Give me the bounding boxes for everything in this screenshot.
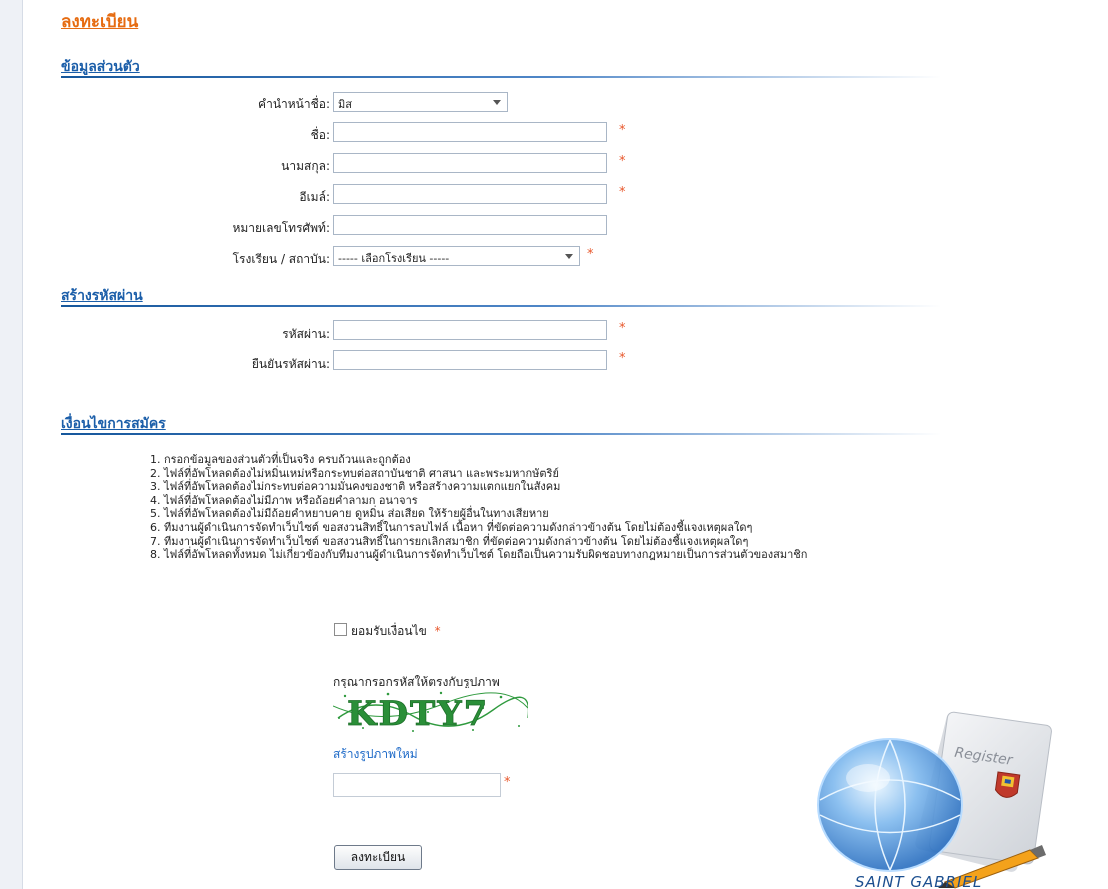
condition-item: 8. ไฟล์ที่อัพโหลดทั้งหมด ไม่เกี่ยวข้องกั… xyxy=(150,548,808,562)
register-button[interactable]: ลงทะเบียน xyxy=(334,845,422,870)
captcha-code-text: KDTY7 xyxy=(347,694,489,734)
required-marker: * xyxy=(619,185,626,200)
globe-icon xyxy=(817,738,963,872)
condition-item: 3. ไฟล์ที่อัพโหลดต้องไม่กระทบต่อความมั่น… xyxy=(150,480,561,494)
section-conditions-title: เงื่อนไขการสมัคร xyxy=(61,416,166,432)
prefix-label: คำนำหน้าชื่อ: xyxy=(258,97,330,111)
section-conditions: เงื่อนไขการสมัคร xyxy=(61,413,941,435)
confirm-password-label: ยืนยันรหัสผ่าน: xyxy=(251,357,330,371)
condition-item: 6. ทีมงานผู้ดำเนินการจัดทำเว็บไซต์ ขอสงว… xyxy=(150,520,753,534)
agree-terms-row: ยอมรับเงื่อนไข * xyxy=(334,622,441,641)
logo-brand-text: SAINT GABRIEL xyxy=(855,873,982,889)
agree-terms-label[interactable]: ยอมรับเงื่อนไข xyxy=(351,624,427,638)
prefix-select-value: มิส xyxy=(338,98,352,111)
required-marker: * xyxy=(504,775,511,790)
password-label: รหัสผ่าน: xyxy=(282,327,330,341)
required-marker: * xyxy=(619,351,626,366)
school-label: โรงเรียน / สถาบัน: xyxy=(232,252,330,266)
captcha-image: KDTY7 xyxy=(333,688,528,736)
section-divider xyxy=(61,305,941,307)
email-label: อีเมล์: xyxy=(299,190,330,204)
section-personal-info: ข้อมูลส่วนตัว xyxy=(61,56,941,78)
confirm-password-input[interactable] xyxy=(333,350,607,370)
phone-input[interactable] xyxy=(333,215,607,235)
chevron-down-icon xyxy=(493,100,501,105)
captcha-input[interactable] xyxy=(333,773,501,797)
condition-item: 5. ไฟล์ที่อัพโหลดต้องไม่มีถ้อยคำหยาบคาย … xyxy=(150,507,549,521)
section-personal-title: ข้อมูลส่วนตัว xyxy=(61,59,140,75)
email-input[interactable] xyxy=(333,184,607,204)
agree-terms-checkbox[interactable] xyxy=(334,623,347,636)
lastname-input[interactable] xyxy=(333,153,607,173)
firstname-input[interactable] xyxy=(333,122,607,142)
required-marker: * xyxy=(587,247,594,262)
required-marker: * xyxy=(434,624,441,638)
phone-label: หมายเลขโทรศัพท์: xyxy=(232,221,330,235)
school-select[interactable]: ----- เลือกโรงเรียน ----- xyxy=(333,246,580,266)
section-password-title: สร้างรหัสผ่าน xyxy=(61,288,143,304)
firstname-label: ชื่อ: xyxy=(310,128,330,142)
required-marker: * xyxy=(619,123,626,138)
required-marker: * xyxy=(619,154,626,169)
condition-item: 7. ทีมงานผู้ดำเนินการจัดทำเว็บไซต์ ขอสงว… xyxy=(150,534,749,548)
saint-gabriel-register-logo: Register SAINT GABRIEL xyxy=(817,711,1052,889)
captcha-refresh-link[interactable]: สร้างรูปภาพใหม่ xyxy=(333,745,418,764)
section-create-password: สร้างรหัสผ่าน xyxy=(61,285,941,307)
condition-item: 1. กรอกข้อมูลของส่วนตัวที่เป็นจริง ครบถ้… xyxy=(150,453,411,466)
prefix-select[interactable]: มิส xyxy=(333,92,508,112)
section-divider xyxy=(61,433,941,435)
password-input[interactable] xyxy=(333,320,607,340)
school-select-value: ----- เลือกโรงเรียน ----- xyxy=(338,252,450,265)
lastname-label: นามสกุล: xyxy=(281,159,330,173)
condition-item: 2. ไฟล์ที่อัพโหลดต้องไม่หมิ่นเหม่หรือกระ… xyxy=(150,466,559,480)
section-divider xyxy=(61,76,941,78)
required-marker: * xyxy=(619,321,626,336)
condition-item: 4. ไฟล์ที่อัพโหลดต้องไม่มีภาพ หรือถ้อยคำ… xyxy=(150,493,418,507)
page-title: ลงทะเบียน xyxy=(61,12,139,32)
chevron-down-icon xyxy=(565,254,573,259)
conditions-list: 1. กรอกข้อมูลของส่วนตัวที่เป็นจริง ครบถ้… xyxy=(150,453,807,562)
